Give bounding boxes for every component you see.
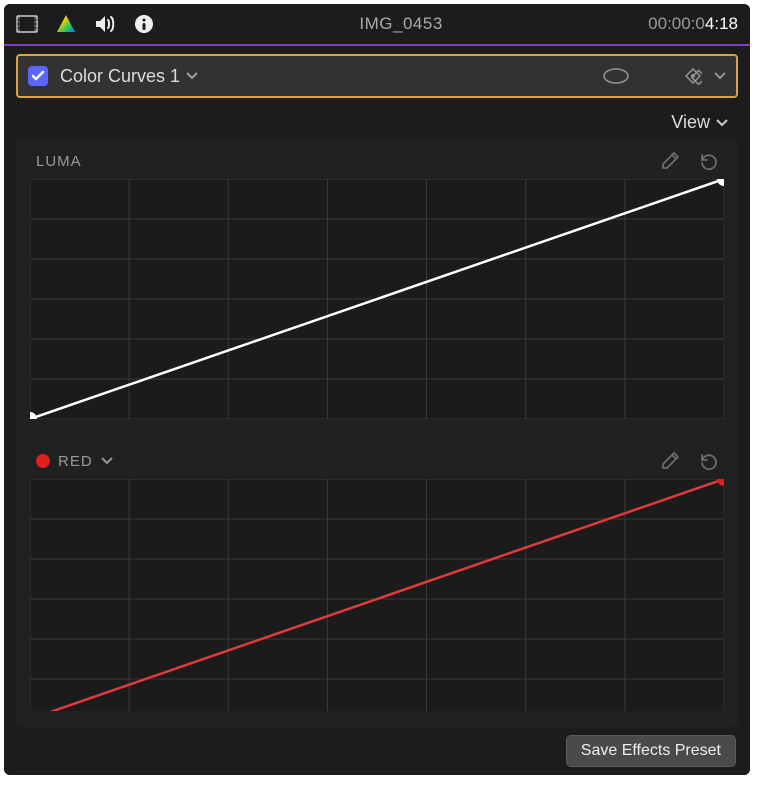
red-curve-editor[interactable] bbox=[30, 479, 724, 711]
eyedropper-icon[interactable] bbox=[660, 451, 680, 471]
red-curve-panel: RED bbox=[30, 445, 724, 711]
effect-name-dropdown[interactable]: Color Curves 1 bbox=[60, 66, 198, 87]
audio-inspector-icon[interactable] bbox=[94, 14, 116, 34]
reset-icon[interactable] bbox=[698, 451, 718, 471]
red-curve-line[interactable] bbox=[30, 479, 724, 711]
keyframe-icon[interactable] bbox=[684, 67, 702, 85]
effect-name-label: Color Curves 1 bbox=[60, 66, 180, 87]
chevron-down-icon bbox=[186, 71, 198, 81]
inspector-footer: Save Effects Preset bbox=[4, 727, 750, 775]
clip-name: IMG_0453 bbox=[154, 14, 648, 34]
mask-icon[interactable] bbox=[602, 67, 630, 85]
view-menu[interactable]: View bbox=[671, 112, 728, 133]
timecode-dim: 00:00:0 bbox=[648, 14, 705, 33]
red-swatch bbox=[36, 454, 50, 468]
effect-header-row[interactable]: Color Curves 1 bbox=[16, 54, 738, 98]
red-curve-point-high[interactable] bbox=[717, 479, 724, 486]
chevron-down-icon bbox=[716, 118, 728, 128]
color-inspector-icon[interactable] bbox=[56, 14, 76, 34]
red-label: RED bbox=[58, 453, 93, 470]
effect-enable-checkbox[interactable] bbox=[28, 66, 48, 86]
timecode-bright: 4:18 bbox=[705, 14, 738, 33]
luma-curve-editor[interactable] bbox=[30, 179, 724, 419]
video-inspector-icon[interactable] bbox=[16, 15, 38, 33]
chevron-down-icon[interactable] bbox=[101, 456, 113, 466]
luma-curve-panel: LUMA bbox=[30, 145, 724, 419]
eyedropper-icon[interactable] bbox=[660, 151, 680, 171]
luma-label: LUMA bbox=[36, 153, 82, 170]
inspector-topbar: IMG_0453 00:00:04:18 bbox=[4, 4, 750, 44]
curves-area: LUMA bbox=[16, 139, 738, 727]
luma-curve-point-high[interactable] bbox=[717, 179, 724, 186]
save-effects-preset-button[interactable]: Save Effects Preset bbox=[566, 735, 736, 767]
luma-curve-point-low[interactable] bbox=[30, 412, 37, 419]
reset-icon[interactable] bbox=[698, 151, 718, 171]
timecode: 00:00:04:18 bbox=[648, 14, 738, 34]
info-inspector-icon[interactable] bbox=[134, 14, 154, 34]
view-label: View bbox=[671, 112, 710, 133]
keyframe-chevron-icon[interactable] bbox=[714, 71, 726, 81]
